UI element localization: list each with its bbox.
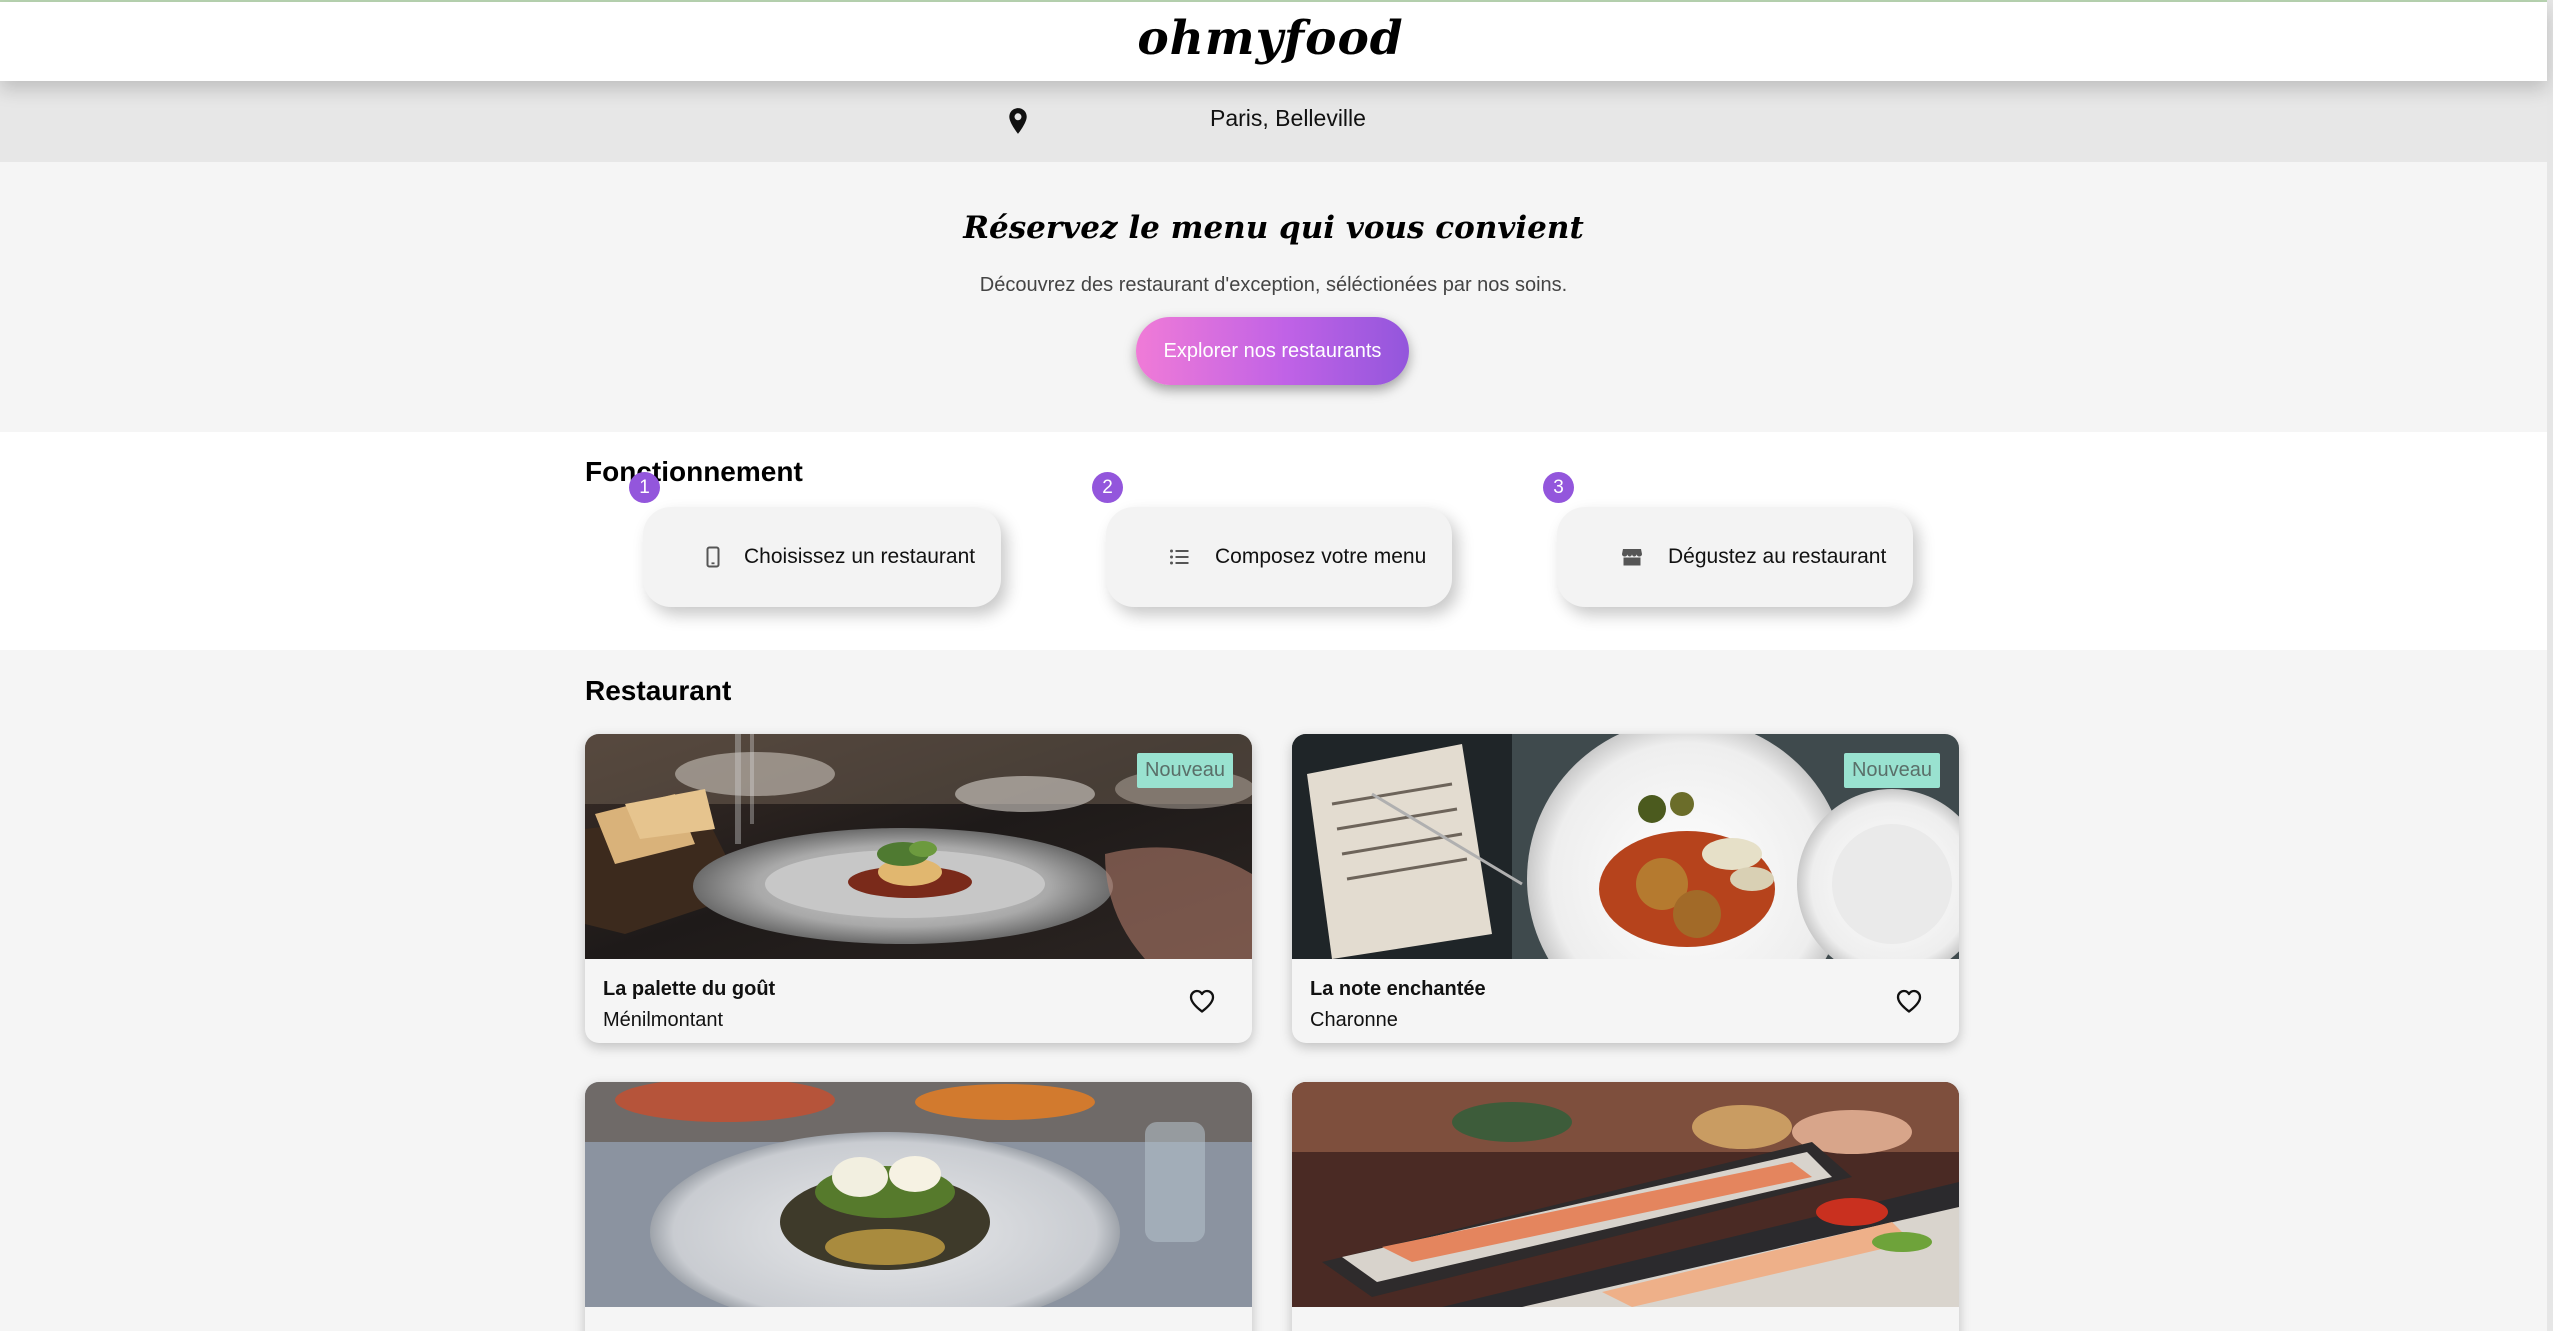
restaurant-card-4[interactable] [1292, 1082, 1959, 1331]
how-it-works-section: Fonctionnement 1 Choisissez un restauran… [0, 432, 2547, 650]
restaurant-name: La note enchantée [1310, 978, 1486, 1000]
restaurant-photo: Nouveau [1292, 734, 1959, 959]
step-label-2: Composez votre menu [1215, 545, 1427, 568]
smartphone-icon [706, 546, 720, 568]
page-scrollbar[interactable] [2547, 0, 2553, 1331]
restaurants-title: Restaurant [585, 675, 732, 706]
restaurant-name: La palette du goût [603, 978, 776, 1000]
restaurant-photo [585, 1082, 1252, 1307]
step-label-1: Choisissez un restaurant [744, 545, 976, 568]
restaurant-photo [1292, 1082, 1959, 1307]
restaurant-card-1[interactable]: Nouveau La palette du goût Ménilmontant [585, 734, 1252, 1043]
step-number-3: 3 [1543, 472, 1574, 503]
step-label-3: Dégustez au restaurant [1668, 545, 1887, 568]
new-badge: Nouveau [1843, 753, 1940, 788]
heart-outline-icon[interactable] [1188, 988, 1216, 1014]
hero-title: Réservez le menu qui vous convient [963, 210, 1584, 246]
site-logo[interactable]: ohmyfood [1137, 11, 1403, 66]
step-card-3[interactable]: Dégustez au restaurant [1557, 507, 1913, 607]
step-card-1[interactable]: Choisissez un restaurant [643, 507, 1001, 607]
step-number-1: 1 [629, 472, 660, 503]
step-number-2: 2 [1092, 472, 1123, 503]
restaurant-area: Ménilmontant [603, 1009, 724, 1031]
restaurant-info [1292, 1307, 1959, 1331]
restaurant-area: Charonne [1310, 1009, 1398, 1031]
site-header: ohmyfood [0, 2, 2547, 81]
explore-restaurants-button[interactable]: Explorer nos restaurants [1136, 317, 1409, 385]
location-pin-icon [1009, 108, 1027, 134]
step-card-2[interactable]: Composez votre menu [1106, 507, 1452, 607]
new-badge: Nouveau [1136, 753, 1233, 788]
restaurant-info: La note enchantée Charonne [1292, 959, 1959, 1043]
heart-outline-icon[interactable] [1895, 988, 1923, 1014]
restaurant-card-3[interactable] [585, 1082, 1252, 1331]
list-icon [1170, 549, 1189, 565]
how-it-works-title: Fonctionnement [585, 456, 803, 487]
hero-section: Réservez le menu qui vous convient Décou… [0, 162, 2547, 432]
location-bar: Paris, Belleville [0, 81, 2547, 162]
restaurants-section: Restaurant Nouveau La palette du goût Mé… [0, 650, 2547, 1331]
store-icon [1622, 549, 1642, 566]
restaurant-info [585, 1307, 1252, 1331]
restaurant-card-2[interactable]: Nouveau La note enchantée Charonne [1292, 734, 1959, 1043]
restaurant-info: La palette du goût Ménilmontant [585, 959, 1252, 1043]
restaurant-photo: Nouveau [585, 734, 1252, 959]
hero-subtitle: Découvrez des restaurant d'exception, sé… [979, 274, 1568, 296]
location-text: Paris, Belleville [1210, 105, 1366, 131]
